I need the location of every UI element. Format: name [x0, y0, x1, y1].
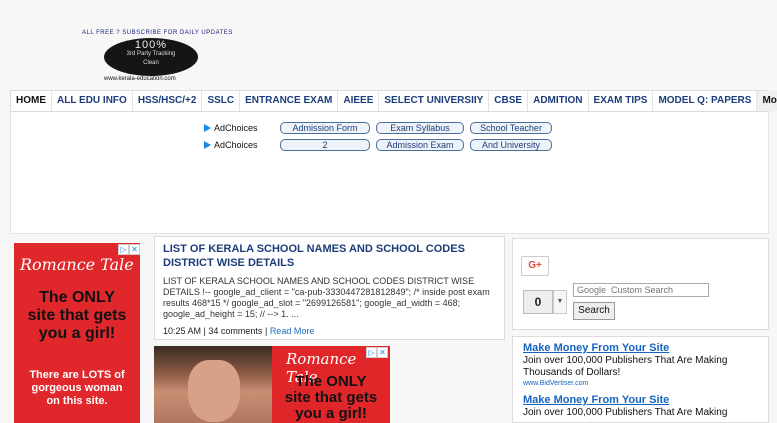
post-time[interactable]: 10:25 AM	[163, 326, 201, 336]
share-count: 0	[523, 290, 553, 314]
ad-headline-3: you a girl!	[38, 325, 116, 342]
nav-admition[interactable]: ADMITION	[528, 91, 589, 111]
adchoices-row-1: AdChoices Admission Form Exam Syllabus S…	[204, 122, 558, 134]
nav-exam-tips[interactable]: EXAM TIPS	[589, 91, 654, 111]
post-comments[interactable]: 34 comments	[208, 326, 262, 336]
top-ad-area: AdChoices Admission Form Exam Syllabus S…	[10, 112, 769, 234]
meta-sep: |	[264, 326, 268, 336]
logo-tagline: ALL FREE ? SUBSCRIBE FOR DAILY UPDATES	[82, 30, 233, 36]
ad-headline-3: you a girl!	[295, 405, 367, 422]
ad-link-admission-form[interactable]: Admission Form	[280, 122, 370, 134]
logo-badge: 100%	[134, 39, 168, 51]
sidebar-search-widget: G+ 0 ▼ Search	[512, 238, 769, 330]
ad-link-and-university[interactable]: And University	[470, 139, 552, 151]
nav-select-university[interactable]: SELECT UNIVERSIIY	[379, 91, 490, 111]
read-more-link[interactable]: Read More	[270, 326, 315, 336]
post-snippet: LIST OF KERALA SCHOOL NAMES AND SCHOOL C…	[163, 276, 490, 319]
nav-cbse[interactable]: CBSE	[489, 91, 529, 111]
ad-photo	[154, 346, 272, 423]
ad-link-2[interactable]: 2	[280, 139, 370, 151]
bv-ad-text: Join over 100,000 Publishers That Are Ma…	[523, 355, 728, 378]
inpost-banner-ad[interactable]: ▷ ✕ Romance Tale The ONLY site that gets…	[154, 346, 390, 423]
adchoices-row-2: AdChoices 2 Admission Exam And Universit…	[204, 139, 558, 151]
meta-sep: |	[203, 326, 206, 336]
google-plus-button[interactable]: G+	[521, 256, 549, 276]
adchoices-link[interactable]: AdChoices	[204, 140, 280, 150]
ad-headline-2: site that gets	[27, 307, 127, 324]
chevron-down-icon[interactable]: ▼	[553, 290, 567, 314]
sidebar-text-ads: Make Money From Your Site Join over 100,…	[512, 336, 769, 423]
nav-all-edu-info[interactable]: ALL EDU INFO	[52, 91, 133, 111]
bv-ad-title[interactable]: Make Money From Your Site	[523, 394, 758, 407]
nav-sslc[interactable]: SSLC	[202, 91, 241, 111]
ad-link-admission-exam[interactable]: Admission Exam	[376, 139, 464, 151]
logo-line1: 3rd Party Tracking	[126, 51, 176, 57]
nav-home[interactable]: HOME	[11, 91, 52, 111]
main-nav: HOME ALL EDU INFO HSS/HSC/+2 SSLC ENTRAN…	[10, 90, 777, 112]
nav-aieee[interactable]: AIEEE	[338, 91, 380, 111]
post-card: LIST OF KERALA SCHOOL NAMES AND SCHOOL C…	[154, 236, 505, 340]
ad-headline-1: The ONLY	[295, 373, 367, 390]
search-button[interactable]: Search	[573, 302, 615, 320]
logo-url: www.kerala-education.com	[104, 76, 176, 82]
ad-link-school-teacher[interactable]: School Teacher	[470, 122, 552, 134]
nav-more[interactable]: More	[757, 91, 777, 111]
adchoices-icon[interactable]: ▷	[118, 244, 129, 255]
search-input[interactable]	[573, 283, 709, 297]
ad-headline-2: site that gets	[284, 389, 378, 406]
post-meta: 10:25 AM | 34 comments | Read More	[163, 326, 496, 336]
left-banner-ad[interactable]: ▷ ✕ Romance Tale The ONLY site that gets…	[14, 243, 140, 423]
logo-line2: Clean	[143, 60, 159, 66]
ad-headline-1: The ONLY	[39, 289, 115, 306]
close-icon[interactable]: ✕	[129, 244, 140, 255]
bv-ad-url[interactable]: www.BidVertiser.com	[523, 379, 758, 388]
nav-hss[interactable]: HSS/HSC/+2	[133, 91, 203, 111]
bv-ad-title[interactable]: Make Money From Your Site	[523, 342, 758, 355]
adchoices-link[interactable]: AdChoices	[204, 123, 280, 133]
bv-ad-text: Join over 100,000 Publishers That Are Ma…	[523, 407, 728, 418]
post-title[interactable]: LIST OF KERALA SCHOOL NAMES AND SCHOOL C…	[163, 242, 496, 270]
nav-model-papers[interactable]: MODEL Q: PAPERS	[653, 91, 758, 111]
site-logo[interactable]: 100% 3rd Party Tracking Clean	[104, 38, 198, 76]
adchoices-icon	[204, 124, 211, 132]
nav-entrance-exam[interactable]: ENTRANCE EXAM	[240, 91, 339, 111]
ad-link-exam-syllabus[interactable]: Exam Syllabus	[376, 122, 464, 134]
site-header: ALL FREE ? SUBSCRIBE FOR DAILY UPDATES 1…	[0, 0, 777, 88]
ad-subtext: There are LOTS of gorgeous woman on this…	[29, 369, 125, 407]
adchoices-icon	[204, 141, 211, 149]
ad-brand: Romance Tale	[20, 255, 134, 274]
